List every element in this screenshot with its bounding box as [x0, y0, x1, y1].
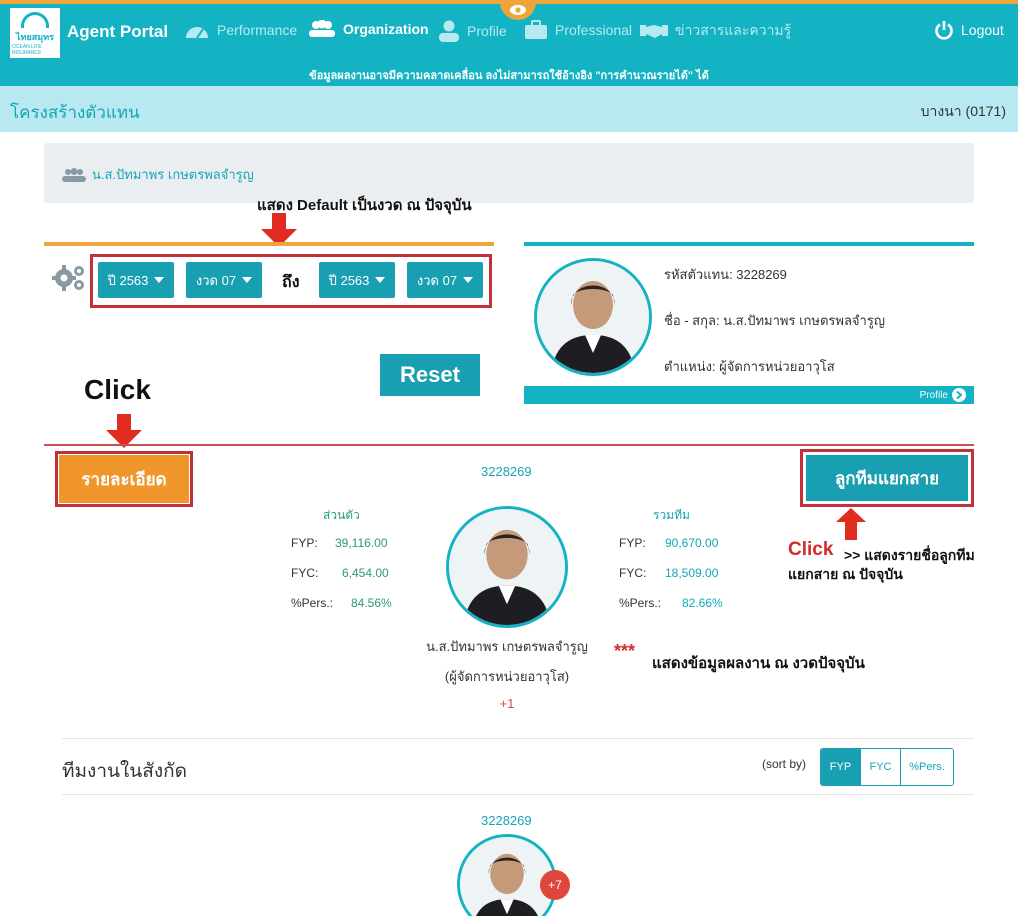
profile-name-line: ชื่อ - สกุล: น.ส.ปัทมาพร เกษตรพลจำรูญ — [664, 313, 885, 328]
caret-down-icon — [375, 277, 386, 283]
profile-link[interactable]: Profile — [524, 386, 974, 404]
breadcrumb-item[interactable]: น.ส.ปัทมาพร เกษตรพลจำรูญ — [62, 164, 254, 185]
personal-heading: ส่วนตัว — [323, 508, 360, 522]
divider — [62, 794, 974, 795]
power-icon — [935, 21, 953, 40]
annotation-click-right: Click — [788, 539, 834, 560]
summary-avatar — [446, 506, 568, 628]
nav-performance-label: Performance — [217, 22, 298, 38]
page-title: โครงสร้างตัวแทน — [10, 103, 140, 122]
team-count-badge[interactable]: +7 — [540, 870, 570, 900]
handshake-icon — [640, 25, 668, 38]
users-icon — [309, 20, 335, 37]
nav-professional-label: Professional — [555, 22, 633, 38]
divider — [62, 738, 974, 739]
profile-link-label: Profile — [919, 389, 948, 401]
nav-organization[interactable]: Organization — [308, 20, 429, 38]
personal-fyp-label: FYP: — [291, 536, 318, 550]
annotation-perf-note: แสดงข้อมูลผลงาน ณ งวดปัจจุบัน — [652, 655, 865, 672]
from-period-label: งวด 07 — [195, 272, 237, 288]
breadcrumb-name: น.ส.ปัทมาพร เกษตรพลจำรูญ — [92, 167, 254, 182]
person-photo-icon — [449, 509, 565, 625]
detail-button[interactable]: รายละเอียด — [59, 455, 189, 503]
team-fyc-label: FYC: — [619, 566, 647, 580]
summary-position: (ผู้จัดการหน่วยอาวุโส) — [444, 669, 570, 684]
nav-performance[interactable]: Performance — [184, 20, 297, 40]
gauge-icon — [186, 27, 208, 39]
profile-card: รหัสตัวแทน: 3228269 ชื่อ - สกุล: น.ส.ปัท… — [524, 242, 974, 404]
sort-toggle-group: FYP FYC %Pers. — [820, 748, 954, 786]
team-member-code[interactable]: 3228269 — [481, 813, 532, 828]
sort-fyp-button[interactable]: FYP — [821, 749, 861, 785]
nav-profile-label: Profile — [467, 23, 507, 39]
person-photo-icon — [460, 837, 554, 916]
nav-organization-label: Organization — [343, 21, 429, 37]
annotation-arrow-up-icon — [836, 508, 866, 540]
nav-professional[interactable]: Professional — [524, 20, 632, 40]
page-header-bar: โครงสร้างตัวแทน บางนา (0171) — [0, 86, 1018, 132]
personal-pers-value: 84.56% — [351, 596, 392, 610]
annotation-click-left: Click — [84, 374, 151, 405]
caret-down-icon — [154, 277, 165, 283]
logout-button[interactable]: Logout — [934, 20, 1004, 40]
to-year-label: ปี 2563 — [328, 272, 370, 288]
team-section-title: ทีมงานในสังกัด — [62, 761, 187, 782]
annotation-stars: *** — [614, 641, 636, 661]
breadcrumb: น.ส.ปัทมาพร เกษตรพลจำรูญ — [44, 143, 974, 203]
group-icon — [62, 167, 86, 182]
company-logo[interactable]: ไทยสมุทร OCEAN LIFE INSURANCE — [10, 8, 60, 58]
team-pers-label: %Pers.: — [619, 596, 662, 610]
summary-name: น.ส.ปัทมาพร เกษตรพลจำรูญ — [426, 639, 588, 654]
personal-fyc-label: FYC: — [291, 566, 319, 580]
team-heading: รวมทีม — [653, 508, 690, 522]
eye-icon — [510, 5, 526, 15]
user-icon — [439, 20, 459, 42]
team-fyp-label: FYP: — [619, 536, 646, 550]
to-period-dropdown[interactable]: งวด 07 — [407, 262, 483, 298]
personal-fyp-value: 39,116.00 — [335, 536, 388, 550]
section-divider — [44, 444, 974, 446]
briefcase-icon — [525, 20, 547, 39]
logo-mark-icon — [21, 12, 49, 28]
profile-position-line: ตำแหน่ง: ผู้จัดการหน่วยอาวุโส — [664, 359, 835, 374]
split-team-button[interactable]: ลูกทีมแยกสาย — [806, 455, 968, 501]
from-year-label: ปี 2563 — [107, 272, 149, 288]
brand-title: Agent Portal — [67, 22, 169, 41]
nav-news-label: ข่าวสารและความรู้ — [675, 22, 792, 38]
logo-subtext: OCEAN LIFE INSURANCE — [12, 44, 42, 56]
sort-pers-button[interactable]: %Pers. — [901, 749, 953, 785]
summary-agent-code[interactable]: 3228269 — [481, 464, 532, 479]
settings-gears-icon — [52, 265, 84, 291]
to-year-dropdown[interactable]: ปี 2563 — [319, 262, 395, 298]
logout-label: Logout — [961, 22, 1004, 38]
team-fyc-value: 18,509.00 — [665, 566, 719, 580]
profile-code-line: รหัสตัวแทน: 3228269 — [664, 267, 787, 282]
to-period-label: งวด 07 — [416, 272, 458, 288]
nav-news[interactable]: ข่าวสารและความรู้ — [640, 20, 791, 42]
arrow-circle-right-icon — [952, 388, 966, 402]
team-fyp-value: 90,670.00 — [665, 536, 719, 550]
caret-down-icon — [463, 277, 474, 283]
logo-text: ไทยสมุทร — [16, 32, 54, 42]
nav-profile[interactable]: Profile — [438, 20, 507, 42]
sort-fyc-button[interactable]: FYC — [861, 749, 901, 785]
sort-by-label: (sort by) — [762, 757, 807, 771]
from-period-dropdown[interactable]: งวด 07 — [186, 262, 262, 298]
reset-button[interactable]: Reset — [380, 354, 480, 396]
avatar — [534, 258, 652, 376]
branch-label: บางนา (0171) — [920, 103, 1006, 119]
to-label: ถึง — [282, 274, 300, 291]
team-pers-value: 82.66% — [682, 596, 723, 610]
personal-fyc-value: 6,454.00 — [342, 566, 389, 580]
summary-extra-count[interactable]: +1 — [407, 696, 607, 711]
personal-pers-label: %Pers.: — [291, 596, 334, 610]
person-photo-icon — [537, 261, 649, 373]
from-year-dropdown[interactable]: ปี 2563 — [98, 262, 174, 298]
annotation-split-note-2: แยกสาย ณ ปัจจุบัน — [788, 566, 903, 582]
caret-down-icon — [242, 277, 253, 283]
disclaimer-marquee: ข้อมูลผลงานอาจมีความคลาดเคลื่อน ลงไม่สาม… — [309, 70, 709, 82]
